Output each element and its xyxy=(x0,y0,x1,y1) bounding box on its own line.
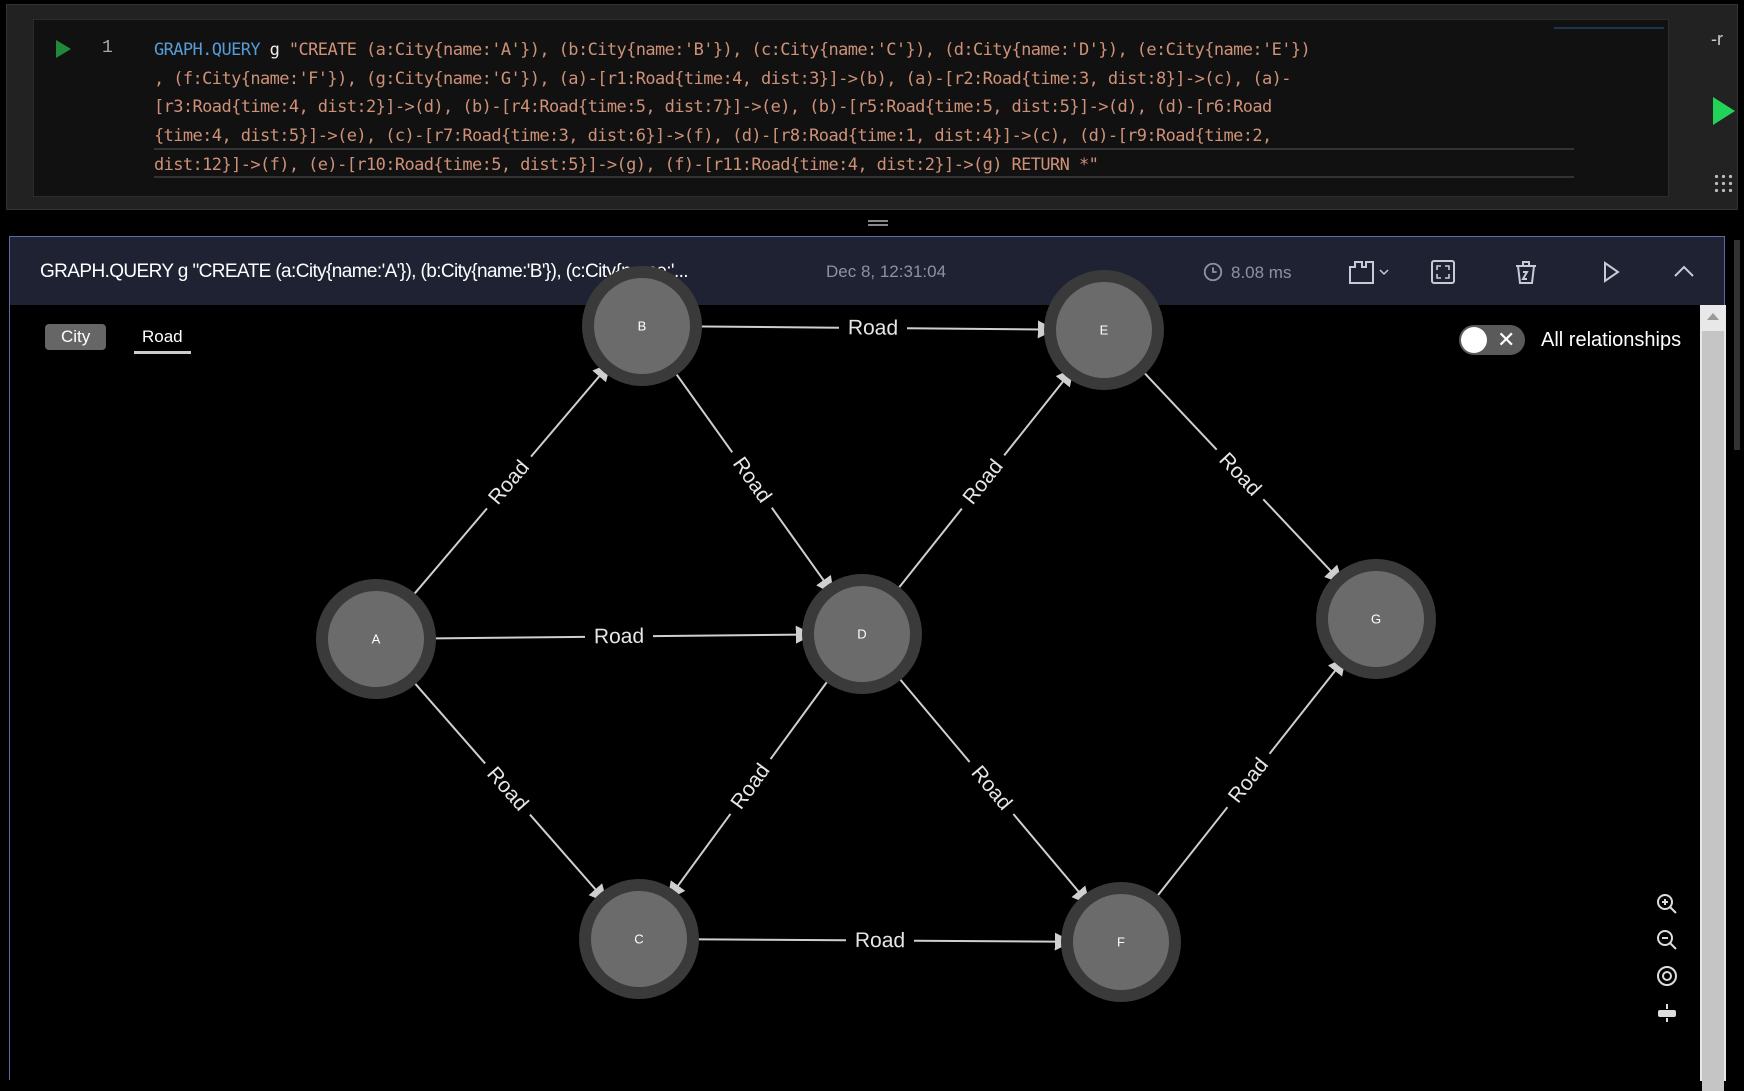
label-filter-road[interactable]: Road xyxy=(134,325,191,354)
scroll-thumb[interactable] xyxy=(1702,331,1724,1091)
edge-line xyxy=(406,674,486,765)
node-label: D xyxy=(857,627,866,642)
node-label: G xyxy=(1371,612,1381,627)
edge-line xyxy=(530,362,611,458)
graph-scrollbar[interactable] xyxy=(1700,305,1726,1091)
editor-top-indicator xyxy=(1554,27,1664,29)
edge-line xyxy=(770,507,834,595)
resize-handle[interactable] xyxy=(868,220,888,226)
code-line: {time:4, dist:5}]->(e), (c)-[r7:Road{tim… xyxy=(154,126,1272,147)
query-editor: 1 GRAPH.QUERY g "CREATE (a:City{name:'A'… xyxy=(6,4,1738,210)
code-area[interactable]: 1 GRAPH.QUERY g "CREATE (a:City{name:'A'… xyxy=(33,19,1669,197)
code-line: [r3:Road{time:4, dist:2}]->(d), (b)-[r4:… xyxy=(154,97,1272,118)
grid-menu-icon[interactable] xyxy=(1713,173,1733,193)
center-icon[interactable] xyxy=(1655,964,1679,988)
label-filter-city[interactable]: City xyxy=(45,324,107,350)
toggle-knob xyxy=(1461,327,1487,353)
node-label: F xyxy=(1117,935,1125,950)
node-label: A xyxy=(372,632,381,647)
edge-label: Road xyxy=(1214,448,1265,500)
edge-line xyxy=(686,938,847,942)
edge-line xyxy=(769,672,835,760)
graph-key: g xyxy=(269,40,280,60)
code-line: "CREATE (a:City{name:'A'}), (b:City{name… xyxy=(279,40,1311,60)
edge-line xyxy=(892,670,971,763)
code-line: dist:12}]->(f), (e)-[r10:Road{time:5, di… xyxy=(154,154,1099,175)
zoom-in-icon[interactable] xyxy=(1655,892,1679,916)
edge-label: Road xyxy=(848,316,898,339)
edge-label: Road xyxy=(967,761,1017,814)
node-label: E xyxy=(1100,323,1109,338)
query-text[interactable]: GRAPH.QUERY g "CREATE (a:City{name:'A'})… xyxy=(154,36,1311,180)
edge-label: Road xyxy=(482,763,532,816)
fit-icon[interactable] xyxy=(1655,1001,1679,1025)
line-number: 1 xyxy=(102,38,113,58)
edge-label: Road xyxy=(855,929,905,952)
result-panel: GRAPH.QUERY g "CREATE (a:City{name:'A'})… xyxy=(9,236,1726,1091)
page-scrollbar[interactable] xyxy=(1734,240,1740,450)
edge-label: Road xyxy=(484,456,534,509)
node-label: C xyxy=(634,932,643,947)
run-line-icon[interactable] xyxy=(56,40,71,58)
edge-line xyxy=(1149,806,1229,905)
edge-line xyxy=(1012,813,1090,906)
command-keyword: GRAPH.QUERY xyxy=(154,40,261,60)
graph-canvas[interactable]: Road Road Road Road Road Road Road Road Road Road… xyxy=(10,237,1726,1081)
edge-line xyxy=(689,325,840,329)
edge-line xyxy=(406,507,488,604)
edge-line xyxy=(913,932,1073,951)
edge-line xyxy=(667,813,732,901)
edge-line xyxy=(652,625,814,644)
edge-line xyxy=(906,320,1056,339)
edge-label: Road xyxy=(958,455,1007,509)
all-relationships-label: All relationships xyxy=(1541,329,1682,351)
edge-label: Road xyxy=(728,453,776,507)
scroll-up-icon[interactable] xyxy=(1707,313,1719,320)
edge-label: Road xyxy=(1224,754,1273,808)
edge-line xyxy=(1003,367,1074,457)
edge-line xyxy=(529,813,608,903)
edge-label: Road xyxy=(594,625,644,649)
edge-line xyxy=(669,364,734,453)
raw-mode-label[interactable]: -r xyxy=(1711,29,1723,50)
code-line: , (f:City{name:'F'}), (g:City{name:'G'})… xyxy=(154,68,1292,89)
edge-line xyxy=(423,635,586,640)
run-query-button[interactable] xyxy=(1713,97,1735,125)
zoom-out-icon[interactable] xyxy=(1655,928,1679,952)
edge-line xyxy=(1268,656,1347,755)
all-relationships-toggle[interactable]: ✕ xyxy=(1459,325,1525,355)
edge-line xyxy=(891,507,963,598)
edge-label: Road xyxy=(726,759,774,813)
edge-line xyxy=(1136,364,1218,451)
node-label: B xyxy=(638,319,647,334)
close-icon: ✕ xyxy=(1497,327,1516,352)
edge-line xyxy=(1262,498,1343,584)
